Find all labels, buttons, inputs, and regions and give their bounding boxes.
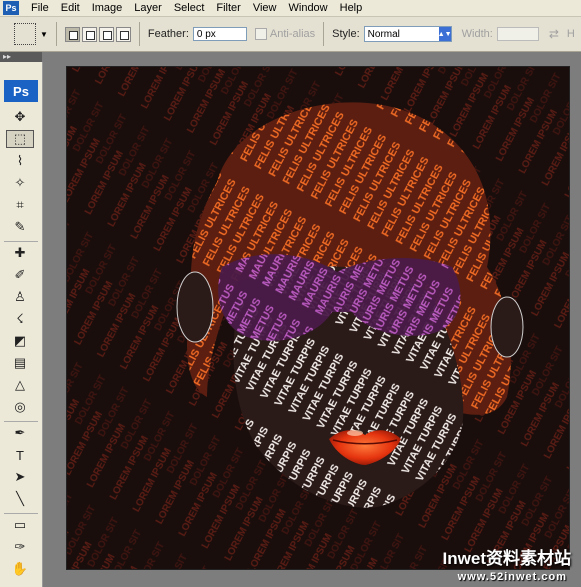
watermark-brand: Inwet资料素材站 (442, 549, 571, 568)
hand-tool-icon[interactable]: ✋ (6, 560, 34, 578)
gradient-tool-icon[interactable]: ▤ (6, 354, 34, 372)
blur-tool-icon[interactable]: △ (6, 376, 34, 394)
toolbox-divider (4, 421, 38, 422)
height-label: H (566, 28, 575, 40)
slice-tool-icon[interactable]: ✎ (6, 218, 34, 236)
chevron-updown-icon: ▲▼ (438, 27, 452, 41)
menu-file[interactable]: File (25, 1, 55, 15)
menu-edit[interactable]: Edit (55, 1, 86, 15)
menu-image[interactable]: Image (86, 1, 129, 15)
line-tool-icon[interactable]: ╲ (6, 490, 34, 508)
typographic-portrait-artwork: LOREM IPSUM DOLOR SIT FELIS ULTRICES VIT… (67, 67, 569, 569)
swap-width-height-icon[interactable]: ⇄ (549, 27, 559, 41)
feather-input[interactable]: 0 px (192, 27, 247, 41)
photoshop-logo[interactable]: Ps (4, 80, 38, 102)
menu-select[interactable]: Select (168, 1, 211, 15)
eyedropper-tool-icon[interactable]: ✑ (6, 538, 34, 556)
magic-wand-tool-icon[interactable]: ✧ (6, 174, 34, 192)
clone-stamp-tool-icon[interactable]: ♙ (6, 288, 34, 306)
path-selection-tool-icon[interactable]: ➤ (6, 468, 34, 486)
toolbox-divider (4, 513, 38, 514)
add-to-selection-button[interactable] (81, 26, 97, 42)
pen-tool-icon[interactable]: ✒ (6, 424, 34, 442)
style-select-value: Normal (367, 28, 400, 40)
menu-view[interactable]: View (247, 1, 283, 15)
width-input[interactable] (496, 27, 539, 41)
subtract-from-selection-button[interactable] (98, 26, 114, 42)
new-selection-button[interactable] (64, 26, 80, 42)
lasso-tool-icon[interactable]: ⌇ (6, 152, 34, 170)
antialias-label: Anti-alias (269, 28, 316, 40)
photoshop-app-icon[interactable]: Ps (3, 1, 19, 15)
intersect-selection-button[interactable] (115, 26, 131, 42)
menu-window[interactable]: Window (283, 1, 334, 15)
style-select[interactable]: Normal ▲▼ (363, 26, 452, 42)
toolbox-collapse-tab[interactable]: ▸▸ (0, 52, 42, 62)
marquee-tool-icon[interactable]: ⬚ (6, 130, 34, 148)
style-label: Style: (332, 28, 360, 40)
menu-layer[interactable]: Layer (128, 1, 168, 15)
move-tool-icon[interactable]: ✥ (6, 108, 34, 126)
healing-brush-tool-icon[interactable]: ✚ (6, 244, 34, 262)
left-ear-shape (176, 271, 214, 343)
options-bar: ▼ Feather: 0 px Anti-alias Style: Normal… (0, 17, 581, 52)
lips-highlight (347, 430, 363, 436)
toolbox-panel: Ps ✥ ⬚ ⌇ ✧ ⌗ ✎ ✚ ✐ ♙ ☇ ◩ ▤ △ ◎ ✒ T ➤ ╲ ▭ ✑ ✋ (0, 62, 43, 587)
document-canvas[interactable]: LOREM IPSUM DOLOR SIT FELIS ULTRICES VIT… (66, 66, 570, 570)
menu-filter[interactable]: Filter (210, 1, 246, 15)
crop-tool-icon[interactable]: ⌗ (6, 196, 34, 214)
toolbox-divider (4, 241, 38, 242)
menu-help[interactable]: Help (334, 1, 369, 15)
watermark-url: www.52inwet.com (457, 571, 567, 583)
dodge-tool-icon[interactable]: ◎ (6, 398, 34, 416)
divider (55, 22, 57, 46)
right-ear-shape (490, 296, 524, 358)
divider (138, 22, 140, 46)
brush-tool-icon[interactable]: ✐ (6, 266, 34, 284)
menu-bar: Ps File Edit Image Layer Select Filter V… (0, 0, 581, 17)
type-tool-icon[interactable]: T (6, 446, 34, 464)
chevron-down-icon[interactable]: ▼ (40, 30, 48, 39)
notes-tool-icon[interactable]: ▭ (6, 516, 34, 534)
width-label: Width: (461, 28, 493, 40)
selection-mode-group (64, 26, 131, 42)
feather-label: Feather: (147, 28, 189, 40)
history-brush-tool-icon[interactable]: ☇ (6, 310, 34, 328)
eraser-tool-icon[interactable]: ◩ (6, 332, 34, 350)
divider (323, 22, 325, 46)
tool-preset-picker[interactable] (14, 23, 36, 45)
antialias-checkbox[interactable] (254, 28, 267, 40)
